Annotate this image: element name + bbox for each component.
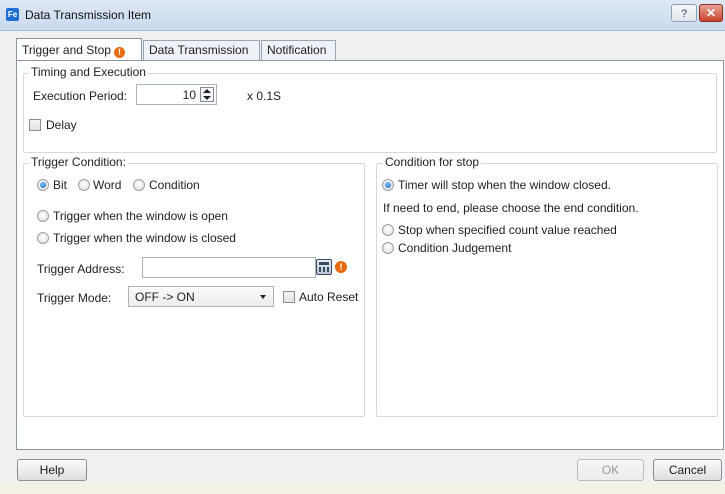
timing-group-title: Timing and Execution	[29, 65, 148, 79]
chevron-down-icon	[260, 295, 266, 299]
trigger-mode-value: OFF -> ON	[135, 290, 195, 304]
spinner-arrows-icon[interactable]	[200, 87, 214, 102]
window-title: Data Transmission Item	[25, 8, 152, 22]
trigger-window-closed-label: Trigger when the window is closed	[53, 231, 236, 245]
stop-judgement-label: Condition Judgement	[398, 241, 512, 255]
help-button[interactable]: Help	[17, 459, 87, 481]
stop-judgement-radio[interactable]	[382, 242, 394, 254]
tab-label: Data Transmission	[149, 43, 249, 57]
trigger-type-condition-label: Condition	[149, 178, 200, 192]
bottom-strip	[0, 483, 725, 494]
trigger-type-word-label: Word	[93, 178, 122, 192]
trigger-type-word-radio[interactable]	[78, 179, 90, 191]
auto-reset-checkbox[interactable]	[283, 291, 295, 303]
title-help-button[interactable]: ?	[671, 4, 697, 22]
warning-icon: !	[335, 261, 347, 273]
tab-data-transmission[interactable]: Data Transmission	[143, 40, 260, 60]
execution-period-unit: x 0.1S	[247, 89, 282, 103]
stop-group-title: Condition for stop	[383, 155, 482, 169]
trigger-address-label: Trigger Address:	[37, 262, 125, 276]
trigger-type-bit-label: Bit	[53, 178, 68, 192]
tab-label: Trigger and Stop	[22, 43, 111, 57]
warning-icon: !	[113, 47, 125, 58]
timing-groupbox	[23, 73, 717, 153]
tab-trigger-and-stop[interactable]: Trigger and Stop!	[16, 38, 142, 60]
stop-timer-radio[interactable]	[382, 179, 394, 191]
execution-period-label: Execution Period:	[33, 89, 128, 103]
trigger-group-title: Trigger Condition:	[29, 155, 128, 169]
dialog-window: Fe Data Transmission Item ? ✕ Trigger an…	[0, 0, 725, 494]
stop-count-label: Stop when specified count value reached	[398, 223, 617, 237]
trigger-window-open-radio[interactable]	[37, 210, 49, 222]
delay-label: Delay	[46, 118, 77, 132]
cancel-button[interactable]: Cancel	[653, 459, 722, 481]
tab-label: Notification	[267, 43, 327, 57]
stop-info-text: If need to end, please choose the end co…	[383, 201, 639, 215]
trigger-address-input[interactable]	[142, 257, 316, 278]
stop-timer-label: Timer will stop when the window closed.	[398, 178, 611, 192]
title-bar: Fe Data Transmission Item ? ✕	[0, 0, 725, 31]
stop-count-radio[interactable]	[382, 224, 394, 236]
delay-checkbox[interactable]	[29, 119, 41, 131]
app-icon: Fe	[6, 8, 19, 21]
tab-notification[interactable]: Notification	[261, 40, 336, 60]
auto-reset-label: Auto Reset	[299, 290, 359, 304]
address-picker-icon[interactable]	[316, 259, 332, 275]
trigger-mode-label: Trigger Mode:	[37, 291, 112, 305]
tab-panel: Timing and Execution Execution Period: 1…	[16, 60, 724, 450]
trigger-window-open-label: Trigger when the window is open	[53, 209, 228, 223]
trigger-type-bit-radio[interactable]	[37, 179, 49, 191]
ok-button[interactable]: OK	[577, 459, 644, 481]
execution-period-spinner[interactable]: 10	[136, 84, 217, 105]
trigger-window-closed-radio[interactable]	[37, 232, 49, 244]
trigger-mode-select[interactable]: OFF -> ON	[128, 286, 274, 307]
execution-period-value: 10	[182, 88, 196, 102]
title-close-button[interactable]: ✕	[699, 4, 723, 22]
trigger-type-condition-radio[interactable]	[133, 179, 145, 191]
